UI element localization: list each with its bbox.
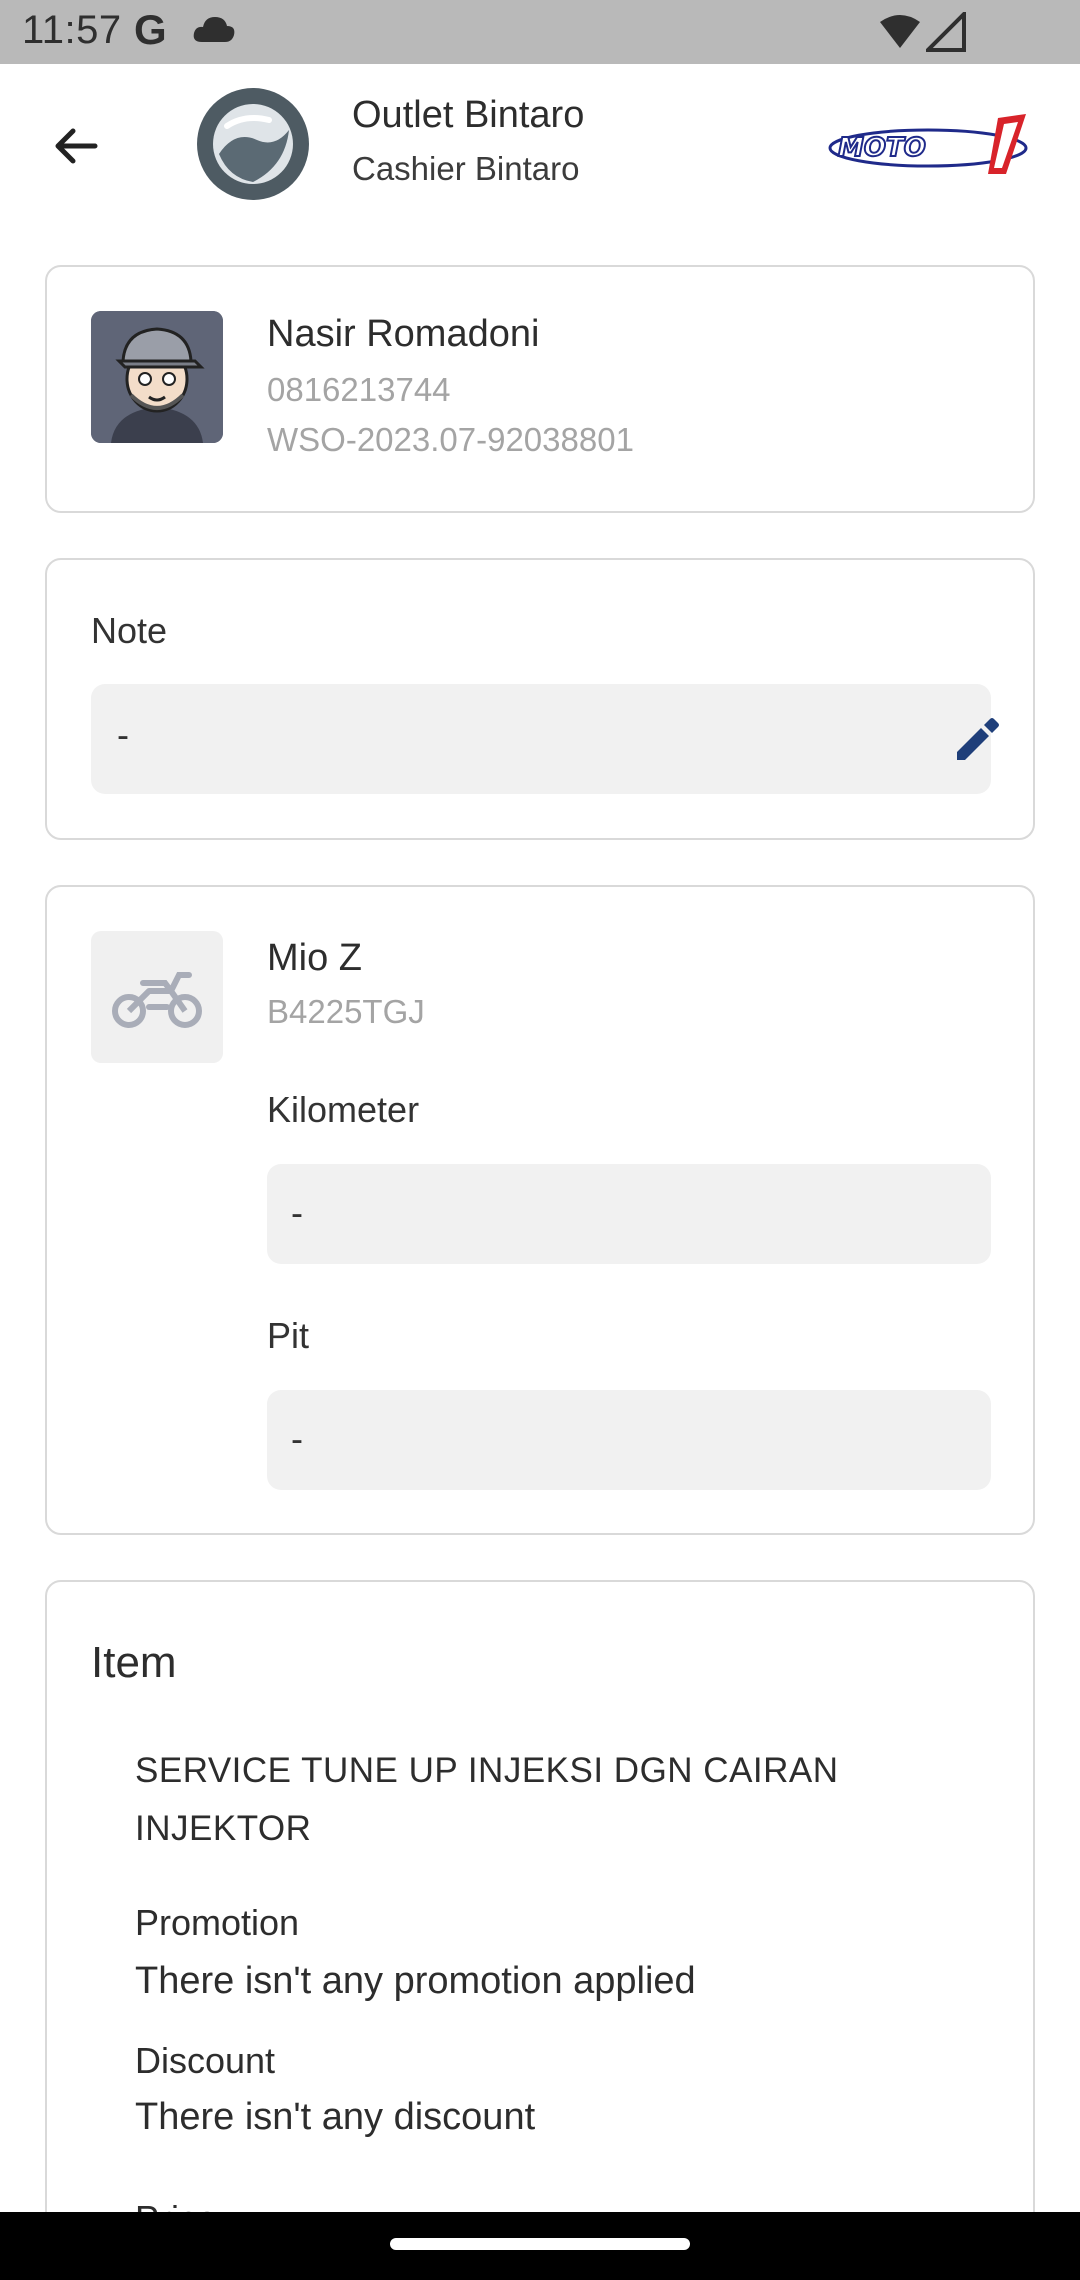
status-time: 11:57	[22, 8, 122, 52]
status-bar: 11:57 G	[0, 0, 1080, 64]
customer-avatar	[91, 311, 223, 443]
pit-label: Pit	[267, 1315, 310, 1356]
svg-text:MOTO: MOTO	[838, 133, 926, 163]
promotion-value: There isn't any promotion applied	[135, 1960, 696, 2002]
google-icon: G	[134, 6, 167, 53]
discount-value: There isn't any discount	[135, 2096, 536, 2138]
vehicle-card: Mio Z B4225TGJ Kilometer - Pit -	[45, 885, 1035, 1535]
kilometer-value: -	[291, 1192, 303, 1233]
kilometer-label: Kilometer	[267, 1089, 420, 1130]
kilometer-field[interactable]: -	[267, 1164, 991, 1264]
back-button[interactable]	[40, 110, 112, 182]
system-nav-bar	[0, 2212, 1080, 2280]
pit-value: -	[291, 1418, 303, 1459]
vehicle-icon-box	[91, 931, 223, 1063]
outlet-logo-icon	[213, 104, 293, 184]
note-value: -	[117, 714, 129, 755]
pit-field[interactable]: -	[267, 1390, 991, 1490]
cashier-name: Cashier Bintaro	[352, 150, 580, 187]
vehicle-name: Mio Z	[267, 937, 362, 979]
customer-avatar-icon	[91, 311, 223, 443]
customer-card: Nasir Romadoni 0816213744 WSO-2023.07-92…	[45, 265, 1035, 513]
edit-pencil-icon[interactable]	[949, 712, 1005, 768]
item-card: Item SERVICE TUNE UP INJEKSI DGN CAIRAN …	[45, 1580, 1035, 2280]
outlet-name: Outlet Bintaro	[352, 94, 585, 136]
customer-phone: 0816213744	[267, 371, 451, 408]
signal-icon	[926, 12, 966, 52]
app-header: Outlet Bintaro Cashier Bintaro MOTO	[0, 64, 1080, 224]
outlet-avatar	[197, 88, 309, 200]
home-gesture-handle[interactable]	[390, 2238, 690, 2250]
item-name: SERVICE TUNE UP INJEKSI DGN CAIRAN INJEK…	[135, 1751, 839, 1848]
note-label: Note	[91, 610, 168, 651]
cloud-icon	[193, 17, 235, 42]
promotion-label: Promotion	[135, 1902, 300, 1943]
wifi-icon	[880, 15, 920, 48]
note-card: Note -	[45, 558, 1035, 840]
motorcycle-icon	[112, 972, 202, 1028]
discount-label: Discount	[135, 2040, 276, 2081]
customer-name: Nasir Romadoni	[267, 313, 540, 355]
arrow-back-icon	[55, 128, 98, 164]
brand-logo: MOTO	[828, 114, 1028, 174]
order-id: WSO-2023.07-92038801	[267, 421, 634, 458]
vehicle-plate: B4225TGJ	[267, 993, 425, 1030]
item-title: Item	[91, 1638, 177, 1687]
note-field[interactable]: -	[91, 684, 999, 794]
